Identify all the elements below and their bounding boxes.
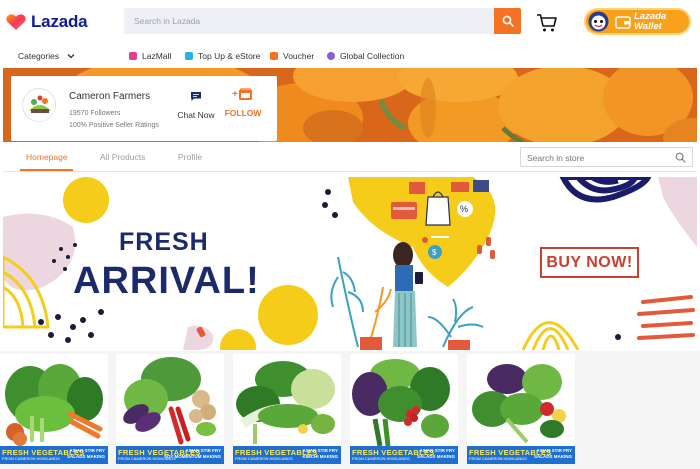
lazada-heart-icon xyxy=(6,14,26,30)
nav-item-label: Voucher xyxy=(283,51,315,61)
product-tag-subtitle: FROM CAMERON HIGHLANDS xyxy=(352,456,410,461)
lazada-store-page: Lazada Search in Lazada Lazada Wallet Ca… xyxy=(0,0,700,469)
product-tag-subtitle: FROM CAMERON HIGHLANDS xyxy=(469,456,527,461)
top-header: Lazada Search in Lazada Lazada Wallet xyxy=(0,0,700,44)
tab-homepage[interactable]: Homepage xyxy=(26,152,68,162)
vegetables-image xyxy=(0,354,108,446)
product-tag: FRESH VEGETABLES FROM CAMERON HIGHLANDS … xyxy=(350,446,458,464)
product-tag-use-2: SALADS MAKING xyxy=(417,454,455,459)
store-logo[interactable] xyxy=(22,88,56,122)
wallet-label-line2: Wallet xyxy=(634,21,662,32)
nav-item-label: LazMall xyxy=(142,51,172,61)
lazmall-icon xyxy=(129,52,137,60)
wallet-label-line1: Lazada xyxy=(634,11,667,22)
product-card[interactable]: FRESH VEGETABLES FROM CAMERON HIGHLANDS … xyxy=(467,354,575,464)
promo-title-line1: FRESH xyxy=(119,228,209,256)
lazada-logo[interactable]: Lazada xyxy=(6,11,88,33)
wallet-label: Lazada Wallet xyxy=(634,11,667,32)
product-tag-use-2: KIMCHI MAKING xyxy=(302,454,339,459)
nav-item-label: Global Collection xyxy=(340,51,405,61)
logo-text: Lazada xyxy=(31,12,88,31)
follow-store-icon: + xyxy=(232,88,253,100)
vegetables-image xyxy=(116,354,224,446)
chat-now-button[interactable]: Chat Now xyxy=(175,89,217,120)
promo-title-line2: ARRIVAL! xyxy=(73,260,260,302)
svg-text:%: % xyxy=(460,204,468,214)
product-tag-use-1: ASIAN STIR FRY xyxy=(185,448,221,453)
lazada-wallet-button[interactable]: Lazada Wallet xyxy=(584,8,691,35)
product-tag-use-1: ASIAN STIR FRY xyxy=(302,448,338,453)
product-tag-uses: ASIAN STIR FRY SOY MOMENTUM MAKING xyxy=(164,448,221,460)
product-tag: FRESH VEGETABLES FROM CAMERON HIGHLANDS … xyxy=(116,446,224,464)
site-search xyxy=(124,8,496,34)
store-rating: 100% Positive Seller Ratings xyxy=(69,122,159,129)
vegetables-image xyxy=(233,354,341,446)
follow-button[interactable]: + FOLLOW xyxy=(223,88,263,118)
product-tag-use-1: ASIAN STIR FRY xyxy=(69,448,105,453)
active-tab-indicator xyxy=(20,169,73,171)
product-tag-uses: ASIAN STIR FRY SALADS MAKING xyxy=(534,448,572,460)
svg-text:$: $ xyxy=(432,248,437,257)
product-tag-uses: ASIAN STIR FRY SALADS MAKING xyxy=(67,448,105,460)
store-info-card: Cameron Farmers 19570 Followers 100% Pos… xyxy=(11,76,277,141)
product-tag: FRESH VEGETABLES FROM CAMERON HIGHLANDS … xyxy=(233,446,341,464)
tab-profile[interactable]: Profile xyxy=(178,152,202,162)
product-tag-uses: ASIAN STIR FRY KIMCHI MAKING xyxy=(302,448,338,460)
nav-item-lazmall[interactable]: LazMall xyxy=(129,51,171,61)
top-up-icon xyxy=(185,52,193,60)
product-grid: FRESH VEGETABLES FROM CAMERON HIGHLANDS … xyxy=(0,351,700,469)
svg-text:+: + xyxy=(232,89,238,100)
categories-label: Categories xyxy=(18,51,60,61)
chevron-down-icon xyxy=(67,54,75,59)
store-name[interactable]: Cameron Farmers xyxy=(69,91,150,102)
nav-item-voucher[interactable]: Voucher xyxy=(270,51,314,61)
product-card[interactable]: FRESH VEGETABLES FROM CAMERON HIGHLANDS … xyxy=(350,354,458,464)
product-tag-use-2: SOY MOMENTUM MAKING xyxy=(163,454,221,459)
cart-icon[interactable] xyxy=(536,13,558,33)
cameron-farmers-logo-icon xyxy=(25,91,55,121)
wallet-icon xyxy=(615,15,631,29)
nav-item-top-up[interactable]: Top Up & eStore xyxy=(185,51,260,61)
product-tag: FRESH VEGETABLES FROM CAMERON HIGHLANDS … xyxy=(467,446,575,464)
product-tag-use-2: SALADS MAKING xyxy=(534,454,572,459)
sub-navigation: Categories LazMall Top Up & eStore Vouch… xyxy=(0,44,700,68)
chat-icon xyxy=(191,92,201,101)
product-card[interactable]: FRESH VEGETABLES FROM CAMERON HIGHLANDS … xyxy=(116,354,224,464)
nav-item-global-collection[interactable]: Global Collection xyxy=(327,51,404,61)
product-tag-use-1: ASIAN STIR FRY xyxy=(536,448,572,453)
product-tag-uses: ASIAN STIR FRY SALADS MAKING xyxy=(417,448,455,460)
product-tag-subtitle: FROM CAMERON HIGHLANDS xyxy=(235,456,293,461)
search-icon xyxy=(502,15,514,27)
global-collection-icon xyxy=(327,52,335,60)
wallet-mascot-icon xyxy=(588,11,609,32)
product-tag-use-2: SALADS MAKING xyxy=(67,454,105,459)
vegetables-image xyxy=(467,354,575,446)
product-tag-use-1: ASIAN STIR FRY xyxy=(419,448,455,453)
nav-item-label: Top Up & eStore xyxy=(198,51,261,61)
product-card[interactable]: FRESH VEGETABLES FROM CAMERON HIGHLANDS … xyxy=(0,354,108,464)
search-icon[interactable] xyxy=(675,152,686,163)
product-card[interactable]: FRESH VEGETABLES FROM CAMERON HIGHLANDS … xyxy=(233,354,341,464)
buy-now-button[interactable]: BUY NOW! xyxy=(540,247,639,278)
voucher-icon xyxy=(270,52,278,60)
site-search-input[interactable] xyxy=(124,8,496,34)
store-search-input[interactable] xyxy=(521,149,671,167)
search-button[interactable] xyxy=(494,8,521,34)
store-followers: 19570 Followers xyxy=(69,110,121,117)
store-search xyxy=(520,147,693,167)
product-tag: FRESH VEGETABLES FROM CAMERON HIGHLANDS … xyxy=(0,446,108,464)
vegetables-image xyxy=(350,354,458,446)
tab-all-products[interactable]: All Products xyxy=(100,152,145,162)
follow-label: FOLLOW xyxy=(224,108,262,118)
categories-menu[interactable]: Categories xyxy=(18,51,75,61)
promo-banner[interactable]: % $ FRESH ARRIVAL! BUY NOW! xyxy=(3,177,697,350)
product-tag-subtitle: FROM CAMERON HIGHLANDS xyxy=(2,456,60,461)
chat-now-label: Chat Now xyxy=(177,110,215,120)
